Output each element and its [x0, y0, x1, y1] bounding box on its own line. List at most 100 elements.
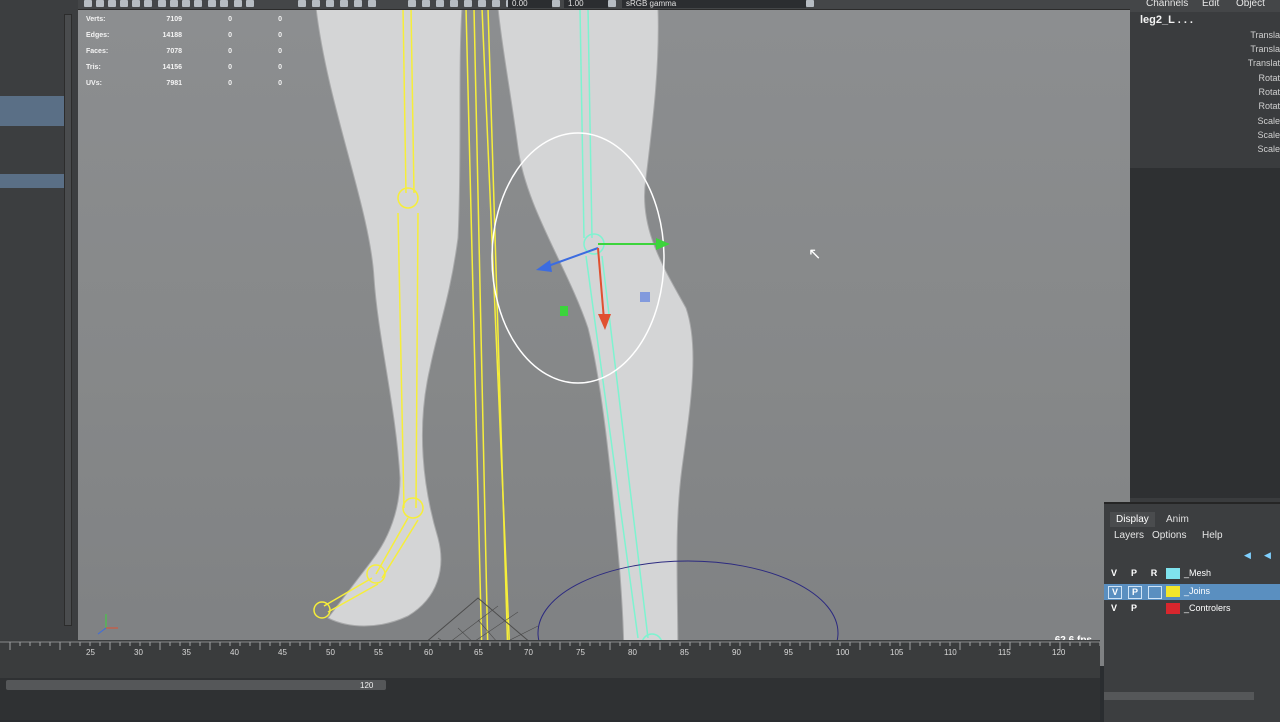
- playback-toggle[interactable]: P: [1128, 586, 1142, 599]
- pin-icon[interactable]: [422, 0, 430, 7]
- frame-label: 25: [86, 648, 95, 657]
- layer-name[interactable]: _Mesh: [1184, 568, 1211, 578]
- resolution-icon[interactable]: [478, 0, 486, 7]
- grid-icon[interactable]: [132, 0, 140, 7]
- xray-active-icon[interactable]: [340, 0, 348, 7]
- shadows-icon[interactable]: [208, 0, 216, 7]
- smooth-shade-icon[interactable]: [170, 0, 178, 7]
- pane-icon[interactable]: [464, 0, 472, 7]
- reference-toggle[interactable]: R: [1148, 568, 1160, 579]
- panel-icon[interactable]: [450, 0, 458, 7]
- poly-count-hud: Verts: 7109 0 0 Edges: 14188 0 0 Faces: 7078 0 0 …: [86, 12, 282, 92]
- frame-label: 35: [182, 648, 191, 657]
- attr-rotate-x[interactable]: Rotat: [1240, 73, 1280, 83]
- layer-up-icon[interactable]: ◀: [1244, 550, 1251, 561]
- frame-label: 55: [374, 648, 383, 657]
- cube-icon[interactable]: [436, 0, 444, 7]
- visibility-toggle[interactable]: V: [1108, 586, 1122, 599]
- camera-attr-icon[interactable]: [96, 0, 104, 7]
- frame-label: 80: [628, 648, 637, 657]
- layer-color-swatch[interactable]: [1166, 603, 1180, 614]
- color-management-icon[interactable]: [608, 0, 616, 7]
- frame-label: 110: [944, 648, 957, 657]
- isolate-icon[interactable]: [298, 0, 306, 7]
- layer-row-mesh[interactable]: V P R _Mesh: [1104, 566, 1280, 582]
- tab-display[interactable]: Display: [1110, 512, 1155, 527]
- layer-name[interactable]: _Controlers: [1184, 603, 1231, 613]
- attr-scale-x[interactable]: Scale: [1240, 116, 1280, 126]
- wireframe-icon[interactable]: [158, 0, 166, 7]
- time-slider[interactable]: 25 30 35 40 45 50 55 60 65 70 75 80 85 9…: [0, 640, 1100, 678]
- menu-layers[interactable]: Layers: [1114, 530, 1144, 541]
- attr-scale-z[interactable]: Scale: [1240, 144, 1280, 154]
- camera-icon[interactable]: [84, 0, 92, 7]
- range-bar[interactable]: [6, 680, 386, 690]
- reference-toggle[interactable]: [1148, 586, 1162, 599]
- exposure-field[interactable]: 0.00: [508, 0, 552, 8]
- hud-row: Verts: 7109 0 0: [86, 16, 282, 23]
- channel-box-empty-area: [1130, 168, 1280, 498]
- layer-color-swatch[interactable]: [1166, 568, 1180, 579]
- frame-label: 50: [326, 648, 335, 657]
- layer-editor: Display Anim Layers Options Help ◀ ◀ V P…: [1104, 502, 1280, 722]
- visibility-toggle[interactable]: V: [1108, 568, 1120, 579]
- hud-row: UVs: 7981 0 0: [86, 80, 282, 87]
- layer-name[interactable]: _Joins: [1184, 586, 1210, 596]
- attr-translate-x[interactable]: Transla: [1240, 30, 1280, 40]
- chevron-down-icon[interactable]: [806, 0, 814, 7]
- leg-mesh-right: [497, 8, 694, 666]
- colorspace-dropdown[interactable]: sRGB gamma: [622, 0, 806, 8]
- playback-toggle[interactable]: P: [1128, 603, 1140, 614]
- frame-label: 90: [732, 648, 741, 657]
- panel-highlight[interactable]: [0, 174, 64, 188]
- attr-scale-y[interactable]: Scale: [1240, 130, 1280, 140]
- bookmark-icon[interactable]: [108, 0, 116, 7]
- lights-icon[interactable]: [194, 0, 202, 7]
- attr-rotate-y[interactable]: Rotat: [1240, 87, 1280, 97]
- layer-down-icon[interactable]: ◀: [1264, 550, 1271, 561]
- layer-editor-scrollbar[interactable]: [1104, 692, 1254, 700]
- frame-label: 65: [474, 648, 483, 657]
- film-gate-icon[interactable]: [144, 0, 152, 7]
- menu-help[interactable]: Help: [1202, 530, 1223, 541]
- ui-icon[interactable]: [368, 0, 376, 7]
- backface-icon[interactable]: [354, 0, 362, 7]
- gamma-toggle-icon[interactable]: [552, 0, 560, 7]
- menu-options[interactable]: Options: [1152, 530, 1186, 541]
- attribute-list: Transla Transla Translat Rotat Rotat Rot…: [1130, 0, 1280, 168]
- frame-label: 100: [836, 648, 850, 657]
- left-side-panel: [0, 0, 80, 640]
- exposure-icon[interactable]: [492, 0, 500, 7]
- playback-toggle[interactable]: P: [1128, 568, 1140, 579]
- layer-row-controlers[interactable]: V P _Controlers: [1104, 601, 1280, 617]
- hud-row: Faces: 7078 0 0: [86, 48, 282, 55]
- tab-anim[interactable]: Anim: [1160, 512, 1195, 527]
- panel-highlight[interactable]: [0, 96, 64, 126]
- viewport-3d[interactable]: Verts: 7109 0 0 Edges: 14188 0 0 Faces: 7078 0 0 …: [78, 8, 1130, 666]
- range-slider[interactable]: 120: [0, 678, 1100, 720]
- visibility-toggle[interactable]: V: [1108, 603, 1120, 614]
- leg-mesh-left: [315, 8, 463, 627]
- cam-icon[interactable]: [408, 0, 416, 7]
- attr-translate-y[interactable]: Transla: [1240, 44, 1280, 54]
- ao-icon[interactable]: [220, 0, 228, 7]
- frame-label: 45: [278, 648, 287, 657]
- panel-scrollbar[interactable]: [64, 14, 72, 626]
- attr-translate-z[interactable]: Translat: [1240, 58, 1280, 68]
- xray-joints-icon[interactable]: [326, 0, 334, 7]
- viewport-toolbar: 0.00 1.00 sRGB gamma: [78, 0, 1130, 10]
- xray-icon[interactable]: [312, 0, 320, 7]
- frame-label: 60: [424, 648, 433, 657]
- textured-icon[interactable]: [182, 0, 190, 7]
- depth-icon[interactable]: [246, 0, 254, 7]
- gamma-field[interactable]: 1.00: [564, 0, 608, 8]
- frame-label: 30: [134, 648, 143, 657]
- hud-row: Edges: 14188 0 0: [86, 32, 282, 39]
- layer-color-swatch[interactable]: [1166, 586, 1180, 597]
- frame-label: 85: [680, 648, 689, 657]
- antialias-icon[interactable]: [234, 0, 242, 7]
- image-plane-icon[interactable]: [120, 0, 128, 7]
- attr-rotate-z[interactable]: Rotat: [1240, 101, 1280, 111]
- layer-row-joins[interactable]: V P _Joins: [1104, 584, 1280, 600]
- frame-label: 75: [576, 648, 585, 657]
